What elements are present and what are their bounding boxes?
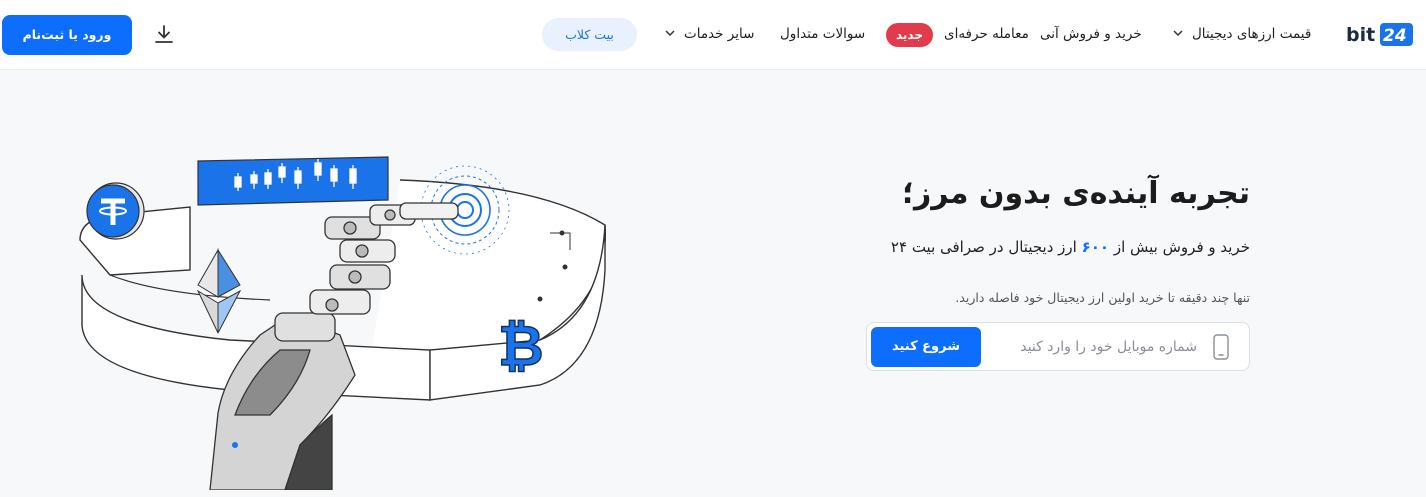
ethereum-icon — [196, 248, 242, 334]
subtitle-after: ارز دیجیتال در صرافی بیت ۲۴ — [890, 238, 1077, 256]
bit-club-button[interactable]: بیت کلاب — [542, 18, 637, 51]
robot-hand-illustration: ₿ — [79, 156, 607, 490]
tether-coin-icon — [86, 182, 145, 240]
top-header: bit 24 قیمت ارزهای دیجیتال خرید و فروش آ… — [0, 0, 1426, 70]
chevron-down-icon[interactable] — [662, 25, 678, 41]
coin-count: ۶۰۰ — [1081, 238, 1110, 256]
nav-crypto-prices[interactable]: قیمت ارزهای دیجیتال — [1192, 24, 1311, 44]
start-button[interactable]: شروع کنید — [871, 327, 981, 367]
phone-input[interactable] — [987, 327, 1197, 367]
svg-text:bit: bit — [1346, 24, 1375, 46]
nav-faq[interactable]: سوالات متداول — [780, 24, 865, 44]
subtitle-before: خرید و فروش بیش از — [1113, 238, 1250, 256]
hero-title: تجربه آینده‌ی بدون مرز؛ — [901, 176, 1250, 211]
nav-instant-trade[interactable]: خرید و فروش آنی — [1040, 24, 1142, 44]
download-icon[interactable] — [152, 22, 176, 46]
svg-text:₿: ₿ — [498, 314, 544, 379]
svg-text:24: 24 — [1383, 26, 1407, 46]
phone-signup-form: شروع کنید — [866, 322, 1250, 371]
login-register-button[interactable]: ورود یا ثبت‌نام — [2, 15, 132, 55]
bit24-logo[interactable]: bit 24 — [1346, 20, 1414, 48]
chevron-down-icon[interactable] — [1170, 25, 1186, 41]
nav-other-services[interactable]: سایر خدمات — [684, 24, 754, 44]
hero-note: تنها چند دقیقه تا خرید اولین ارز دیجیتال… — [955, 290, 1250, 305]
nav-pro-trade[interactable]: معامله حرفه‌ای — [944, 24, 1029, 44]
candlestick-panel — [197, 156, 389, 206]
hero-subtitle: خرید و فروش بیش از ۶۰۰ ارز دیجیتال در صر… — [891, 238, 1250, 256]
mobile-phone-icon — [1213, 334, 1229, 360]
bitcoin-icon: ₿ — [497, 313, 544, 380]
new-badge: جدید — [886, 23, 933, 47]
